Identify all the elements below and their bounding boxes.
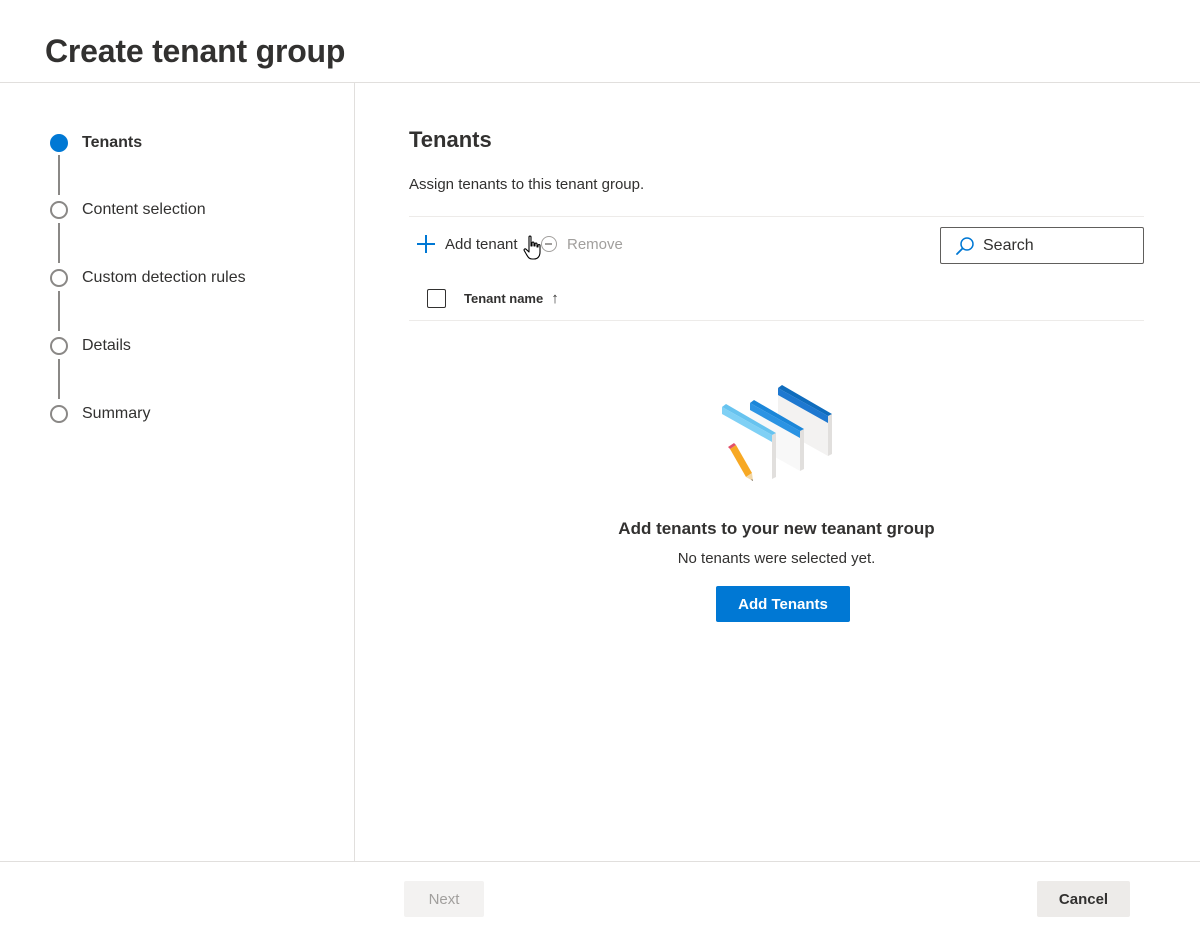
section-title: Tenants <box>409 127 492 152</box>
step-summary[interactable]: Summary <box>50 404 150 424</box>
step-label: Details <box>82 337 131 354</box>
step-label: Tenants <box>82 134 143 151</box>
cancel-button[interactable]: Cancel <box>1037 881 1130 917</box>
column-header-tenant-name[interactable]: Tenant name <box>464 291 543 306</box>
plus-icon <box>417 235 435 253</box>
add-tenants-button[interactable]: Add Tenants <box>716 586 850 622</box>
remove-button[interactable]: Remove <box>541 233 623 255</box>
page-header: Create tenant group <box>0 0 1200 83</box>
select-all-checkbox[interactable] <box>427 288 446 308</box>
empty-state-subtitle: No tenants were selected yet. <box>677 550 876 567</box>
step-tenants[interactable]: Tenants <box>50 133 142 153</box>
search-input[interactable]: Search <box>940 227 1144 264</box>
step-label: Content selection <box>82 201 206 218</box>
add-tenant-label: Add tenant <box>445 235 518 253</box>
remove-label: Remove <box>567 235 623 253</box>
step-label: Summary <box>82 405 151 422</box>
step-connector <box>58 155 60 195</box>
empty-state-title: Add tenants to your new teanant group <box>618 519 935 538</box>
add-tenant-button[interactable]: Add tenant <box>417 233 518 255</box>
sort-ascending-icon: ↑ <box>551 289 559 307</box>
step-label: Custom detection rules <box>82 269 246 286</box>
search-icon <box>956 236 974 255</box>
step-indicator-icon <box>50 201 68 219</box>
table-header: Tenant name ↑ <box>409 276 1144 321</box>
step-content-selection[interactable]: Content selection <box>50 200 206 220</box>
step-connector <box>58 291 60 331</box>
page-title: Create tenant group <box>45 33 346 69</box>
step-custom-detection-rules[interactable]: Custom detection rules <box>50 268 246 288</box>
wizard-steps-sidebar: Tenants Content selection Custom detecti… <box>0 83 355 861</box>
next-button[interactable]: Next <box>404 881 484 917</box>
hand-cursor-icon <box>523 235 541 260</box>
remove-icon <box>541 236 557 252</box>
search-placeholder: Search <box>983 236 1034 254</box>
step-indicator-icon <box>50 337 68 355</box>
main-content: Tenants Assign tenants to this tenant gr… <box>356 83 1200 861</box>
step-connector <box>58 359 60 399</box>
step-indicator-icon <box>50 405 68 423</box>
wizard-footer: Next Cancel <box>0 861 1200 927</box>
step-details[interactable]: Details <box>50 336 131 356</box>
empty-state-illustration <box>722 385 832 481</box>
step-connector <box>58 223 60 263</box>
step-indicator-active-icon <box>50 134 68 152</box>
step-indicator-icon <box>50 269 68 287</box>
section-description: Assign tenants to this tenant group. <box>409 176 645 193</box>
